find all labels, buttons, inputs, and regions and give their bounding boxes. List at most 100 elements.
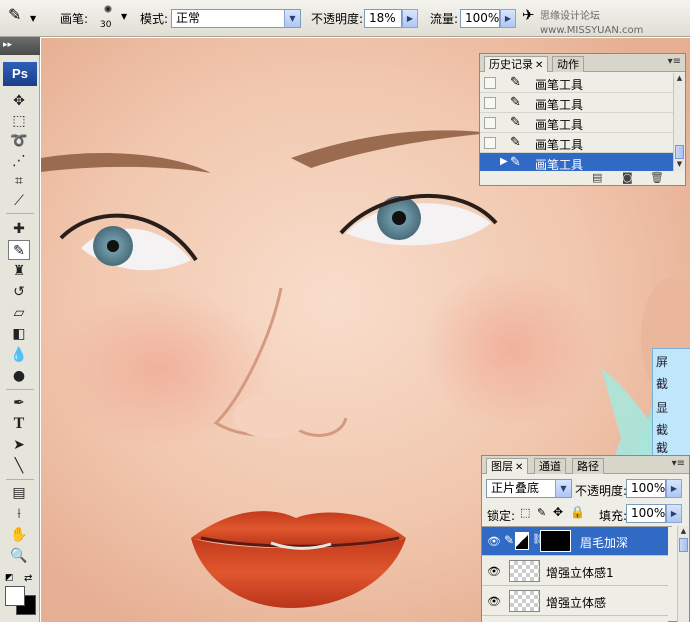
layer-row[interactable] [482, 617, 668, 622]
default-colors-icon[interactable]: ◩ [5, 573, 14, 583]
notes-tool-icon[interactable]: ▤ [8, 483, 30, 503]
side-panel-item[interactable]: 屏 [656, 353, 668, 370]
new-snapshot-icon[interactable]: ◙ [622, 171, 633, 184]
tab-paths[interactable]: 路径 [572, 458, 604, 474]
lock-position-icon[interactable]: ✥ [553, 505, 563, 519]
brush-tool-icon[interactable]: ✎ [8, 7, 21, 23]
brush-tool-active-icon[interactable]: ✎ [8, 240, 30, 260]
layers-scrollbar[interactable]: ▲ [677, 526, 689, 622]
history-source-checkbox[interactable] [484, 157, 496, 169]
hand-tool-icon[interactable]: ✋ [8, 525, 30, 545]
layer-thumbnail[interactable] [509, 590, 540, 612]
layer-adjustment-thumbnail[interactable] [515, 532, 529, 550]
fill-input[interactable]: 100% [626, 504, 666, 523]
swap-colors-icon[interactable]: ⇄ [24, 573, 32, 584]
eye-visibility-icon[interactable]: 👁 [487, 595, 501, 608]
tab-layers[interactable]: 图层 ✕ [486, 458, 529, 474]
brush-picker[interactable]: 30 ▼ [94, 3, 132, 33]
blur-tool-icon[interactable]: 💧 [8, 345, 30, 365]
layer-opacity-arrow-icon[interactable]: ▶ [666, 479, 682, 498]
eye-visibility-icon[interactable]: 👁 [487, 565, 501, 578]
panel-menu-icon[interactable]: ▾≡ [668, 56, 681, 67]
history-source-checkbox[interactable] [484, 117, 496, 129]
scroll-thumb[interactable] [679, 538, 688, 552]
close-icon[interactable]: ✕ [535, 60, 543, 71]
history-item[interactable]: ✎ 画笔工具 [480, 93, 676, 113]
blend-mode-dropdown-icon[interactable]: ▼ [555, 480, 571, 497]
layer-row[interactable]: 👁 增强立体感 [482, 587, 668, 616]
tab-history[interactable]: 历史记录 ✕ [484, 56, 549, 72]
lock-transparent-icon[interactable]: ⬚ [520, 506, 530, 519]
history-item-selected[interactable]: ▶ ✎ 画笔工具 [480, 153, 676, 171]
clone-stamp-tool-icon[interactable]: ♜ [8, 261, 30, 281]
crop-tool-icon[interactable]: ⌗ [8, 171, 30, 191]
side-panel-item[interactable]: 截 [656, 421, 668, 438]
magic-wand-tool-icon[interactable]: ⋰ [8, 151, 30, 171]
new-document-from-state-icon[interactable]: ▤ [592, 171, 602, 184]
layer-name: 增强立体感 [546, 596, 607, 610]
tab-actions-label: 动作 [557, 58, 579, 71]
layer-row[interactable]: 👁 增强立体感1 [482, 557, 668, 586]
eye-visibility-icon[interactable]: 👁 [487, 535, 501, 548]
trash-icon[interactable]: 🗑 [650, 171, 664, 184]
scroll-thumb[interactable] [675, 145, 684, 159]
eyedropper-tool-icon[interactable]: ⟊ [8, 504, 30, 524]
history-item[interactable]: ✎ 画笔工具 [480, 73, 676, 93]
history-source-checkbox[interactable] [484, 97, 496, 109]
zoom-tool-icon[interactable]: 🔍 [8, 546, 30, 566]
scroll-up-icon[interactable]: ▲ [678, 526, 689, 537]
history-state-slider-icon[interactable]: ▶ [500, 156, 508, 167]
layer-opacity-input[interactable]: 100% [626, 479, 666, 498]
history-brush-tool-icon[interactable]: ↺ [8, 282, 30, 302]
history-scrollbar[interactable]: ▲ ▼ [673, 73, 685, 171]
layer-row-selected[interactable]: 👁 ✎ ⛓ 眉毛加深 [482, 527, 668, 556]
brush-dropdown-icon[interactable]: ▼ [121, 12, 127, 21]
type-tool-icon[interactable]: T [8, 414, 30, 434]
dodge-tool-icon[interactable]: ● [8, 366, 30, 386]
tool-preset-dropdown-icon[interactable]: ▼ [30, 12, 36, 26]
side-panel-item[interactable]: 显 [656, 399, 668, 416]
path-selection-tool-icon[interactable]: ➤ [8, 435, 30, 455]
scroll-up-icon[interactable]: ▲ [674, 73, 685, 84]
flow-input[interactable]: 100% [460, 9, 500, 28]
airbrush-icon[interactable]: ✈ [522, 8, 535, 23]
mode-dropdown-icon[interactable]: ▼ [284, 10, 300, 27]
marquee-tool-icon[interactable]: ⬚ [8, 111, 30, 131]
layer-opacity-label: 不透明度: [575, 484, 628, 498]
foreground-color-swatch[interactable] [5, 586, 25, 606]
history-item[interactable]: ✎ 画笔工具 [480, 113, 676, 133]
close-icon[interactable]: ✕ [515, 462, 523, 473]
eraser-tool-icon[interactable]: ▱ [8, 303, 30, 323]
tab-actions[interactable]: 动作 [552, 56, 584, 72]
layer-thumbnail[interactable] [509, 560, 540, 582]
side-panel-item[interactable]: 截 [656, 439, 668, 456]
tab-channels[interactable]: 通道 [534, 458, 566, 474]
gradient-tool-icon[interactable]: ◧ [8, 324, 30, 344]
mode-select[interactable]: 正常 ▼ [171, 9, 301, 28]
tools-panel-grip[interactable]: ▸▸ [0, 37, 40, 55]
slice-tool-icon[interactable]: ⟋ [8, 191, 30, 211]
layer-name: 眉毛加深 [580, 536, 629, 550]
line-tool-icon[interactable]: ╲ [8, 456, 30, 476]
healing-brush-tool-icon[interactable]: ✚ [8, 219, 30, 239]
flow-slider-arrow-icon[interactable]: ▶ [500, 9, 516, 28]
history-item[interactable]: ✎ 画笔工具 [480, 133, 676, 153]
lasso-tool-icon[interactable]: ➰ [8, 131, 30, 151]
pen-tool-icon[interactable]: ✒ [8, 393, 30, 413]
side-panel-item[interactable]: 截 [656, 375, 668, 392]
history-source-checkbox[interactable] [484, 137, 496, 149]
lock-image-icon[interactable]: ✎ [537, 506, 546, 519]
opacity-slider-arrow-icon[interactable]: ▶ [402, 9, 418, 28]
blend-mode-select[interactable]: 正片叠底 ▼ [486, 479, 572, 498]
tools-panel: ▸▸ Ps ✥ ⬚ ➰ ⋰ ⌗ ⟋ ✚ ✎ ♜ ↺ ▱ ◧ 💧 ● ✒ T ➤ … [0, 37, 40, 622]
lock-all-icon[interactable]: 🔒 [570, 505, 585, 519]
history-source-checkbox[interactable] [484, 77, 496, 89]
fill-arrow-icon[interactable]: ▶ [666, 504, 682, 523]
move-tool-icon[interactable]: ✥ [8, 91, 30, 111]
layer-mask-thumbnail[interactable] [540, 530, 571, 552]
scroll-down-icon[interactable]: ▼ [674, 159, 685, 170]
panel-menu-icon[interactable]: ▾≡ [672, 458, 685, 469]
history-item-label: 画笔工具 [535, 158, 584, 171]
opacity-input[interactable]: 18% [364, 9, 402, 28]
brush-icon: ✎ [510, 75, 521, 90]
